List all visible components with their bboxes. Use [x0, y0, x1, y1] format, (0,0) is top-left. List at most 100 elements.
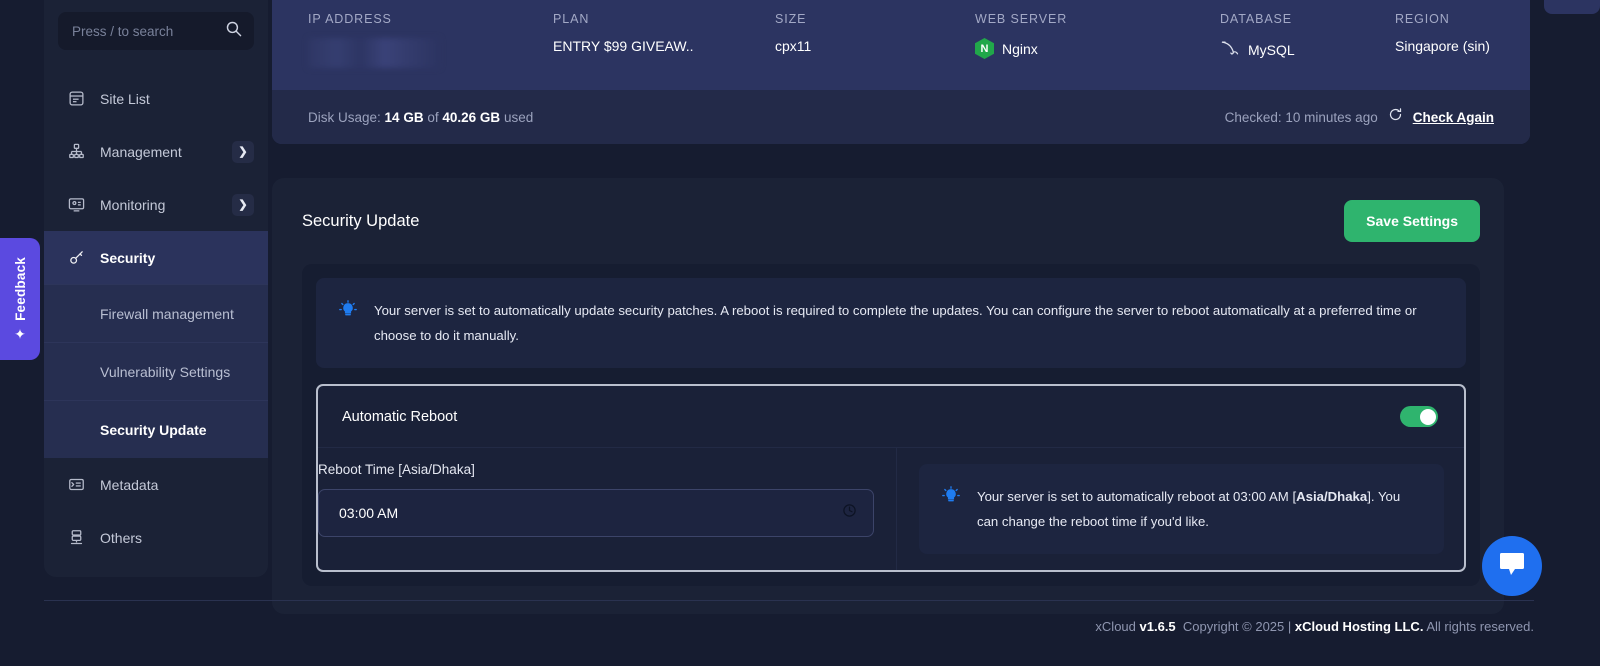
sidebar-subitem-vulnerability-settings[interactable]: Vulnerability Settings [44, 342, 268, 400]
reboot-notice-text: Your server is set to automatically rebo… [977, 484, 1422, 534]
stat-key: IP ADDRESS [308, 12, 392, 26]
automatic-reboot-section: Automatic Reboot Reboot Time [Asia/Dhaka… [316, 384, 1466, 572]
chat-bubble-button[interactable] [1482, 536, 1542, 596]
sidebar-item-security[interactable]: Security [44, 231, 268, 284]
server-disk-row: Disk Usage: 14 GB of 40.26 GB used Check… [272, 90, 1530, 144]
sidebar-item-site-list[interactable]: Site List [44, 72, 268, 125]
sidebar-item-label: Management [100, 143, 182, 160]
page-title: Security Update [302, 211, 420, 230]
disk-used: 14 GB [384, 109, 424, 125]
sidebar-item-metadata[interactable]: Metadata [44, 458, 268, 511]
others-icon [66, 528, 86, 548]
search-icon [225, 20, 242, 42]
toggle-knob [1419, 408, 1436, 425]
stat-region: REGION Singapore (sin) [1359, 12, 1530, 68]
footer-rights: All rights reserved. [1426, 619, 1534, 634]
search-input[interactable]: Press / to search [58, 12, 254, 50]
reboot-notice-text-before: Your server is set to automatically rebo… [977, 489, 1297, 504]
search-placeholder: Press / to search [72, 23, 174, 39]
reboot-notice-timezone: Asia/Dhaka [1296, 489, 1368, 504]
footer-version: v1.6.5 [1139, 619, 1176, 634]
sidebar-subitem-label: Firewall management [100, 305, 234, 322]
disk-prefix: Disk Usage: [308, 109, 381, 125]
disk-of: of [427, 109, 439, 125]
main-content: IP ADDRESS PLAN ENTRY $99 GIVEAW.. SIZE … [272, 0, 1534, 614]
disk-suffix: used [503, 109, 534, 125]
sidebar-subnav-security: Firewall management Vulnerability Settin… [44, 284, 268, 458]
redacted-ip-value [308, 38, 440, 68]
reboot-time-input[interactable]: 03:00 AM [318, 489, 874, 537]
stat-value [308, 38, 517, 68]
stat-key: DATABASE [1220, 12, 1293, 26]
stat-key: WEB SERVER [975, 12, 1068, 26]
save-settings-button[interactable]: Save Settings [1344, 200, 1480, 242]
stat-key: REGION [1395, 12, 1450, 26]
sidebar-item-label: Monitoring [100, 196, 166, 213]
lightbulb-icon [338, 300, 358, 325]
management-icon [66, 142, 86, 162]
sidebar-item-label: Others [100, 529, 143, 546]
sidebar-item-others[interactable]: Others [44, 511, 268, 564]
check-again-link[interactable]: Check Again [1413, 110, 1494, 125]
footer-app-name: xCloud [1095, 619, 1136, 634]
metadata-icon [66, 475, 86, 495]
stat-value: Singapore (sin) [1395, 38, 1490, 54]
chat-bubble-icon [1497, 550, 1527, 583]
sidebar-subitem-label: Vulnerability Settings [100, 363, 231, 380]
automatic-reboot-toggle[interactable] [1400, 406, 1438, 427]
automatic-reboot-label: Automatic Reboot [342, 408, 458, 425]
sidebar-item-label: Metadata [100, 476, 159, 493]
sidebar-subitem-label: Security Update [100, 421, 207, 438]
panel-body: Your server is set to automatically upda… [302, 264, 1480, 586]
stat-key: PLAN [553, 12, 590, 26]
stat-web-server: WEB SERVER N Nginx [939, 12, 1184, 68]
sidebar-item-label: Site List [100, 90, 150, 107]
automatic-reboot-header: Automatic Reboot [318, 386, 1464, 448]
automatic-reboot-body: Reboot Time [Asia/Dhaka] 03:00 AM Your s… [318, 448, 1464, 570]
chevron-right-icon[interactable]: ❯ [232, 140, 254, 163]
check-status-group: Checked: 10 minutes ago Check Again [1225, 107, 1494, 127]
stat-value-row: N Nginx [975, 38, 1184, 59]
clock-icon[interactable] [842, 503, 857, 523]
footer: xCloud v1.6.5 Copyright © 2025 | xCloud … [44, 600, 1534, 634]
disk-total: 40.26 GB [442, 109, 501, 125]
stat-ip-address: IP ADDRESS [272, 12, 517, 68]
top-right-panel-edge [1544, 0, 1600, 14]
monitoring-icon [66, 195, 86, 215]
security-update-panel: Security Update Save Settings Your serve… [272, 178, 1504, 614]
site-list-icon [66, 89, 86, 109]
sidebar-subitem-firewall-management[interactable]: Firewall management [44, 284, 268, 342]
reboot-time-label: Reboot Time [Asia/Dhaka] [318, 462, 475, 477]
panel-header: Security Update Save Settings [302, 200, 1480, 242]
reboot-time-value: 03:00 AM [339, 505, 399, 521]
sidebar-nav: Site List Management ❯ Monitoring ❯ Secu… [44, 72, 268, 564]
sidebar-item-management[interactable]: Management ❯ [44, 125, 268, 178]
reboot-time-group: Reboot Time [Asia/Dhaka] 03:00 AM [318, 448, 896, 570]
stat-plan: PLAN ENTRY $99 GIVEAW.. [517, 12, 739, 68]
nginx-icon: N [975, 38, 994, 59]
lightbulb-icon [941, 486, 961, 511]
stat-value: ENTRY $99 GIVEAW.. [553, 38, 694, 54]
stat-database: DATABASE MySQL [1184, 12, 1359, 68]
stat-value: cpx11 [775, 38, 812, 54]
chevron-right-icon[interactable]: ❯ [232, 193, 254, 216]
reboot-notice-wrap: Your server is set to automatically rebo… [896, 448, 1464, 570]
footer-copyright: Copyright © 2025 | [1182, 619, 1292, 634]
checked-timestamp: Checked: 10 minutes ago [1224, 109, 1378, 125]
security-update-notice: Your server is set to automatically upda… [316, 278, 1466, 368]
stat-size: SIZE cpx11 [739, 12, 939, 68]
reboot-notice: Your server is set to automatically rebo… [919, 464, 1444, 554]
sparkle-icon: ✦ [14, 326, 26, 343]
sidebar-item-label: Security [100, 249, 156, 266]
sidebar-item-monitoring[interactable]: Monitoring ❯ [44, 178, 268, 231]
feedback-label: Feedback [12, 256, 28, 321]
mysql-dolphin-icon [1220, 38, 1240, 61]
key-icon [66, 248, 86, 268]
notice-text: Your server is set to automatically upda… [374, 303, 1417, 343]
stat-value: MySQL [1248, 41, 1295, 58]
refresh-icon[interactable] [1388, 107, 1403, 127]
feedback-tab[interactable]: Feedback ✦ [0, 238, 40, 360]
footer-company: xCloud Hosting LLC. [1294, 619, 1424, 634]
sidebar-subitem-security-update[interactable]: Security Update [44, 400, 268, 458]
sidebar: Press / to search Site List Management ❯… [44, 0, 268, 577]
